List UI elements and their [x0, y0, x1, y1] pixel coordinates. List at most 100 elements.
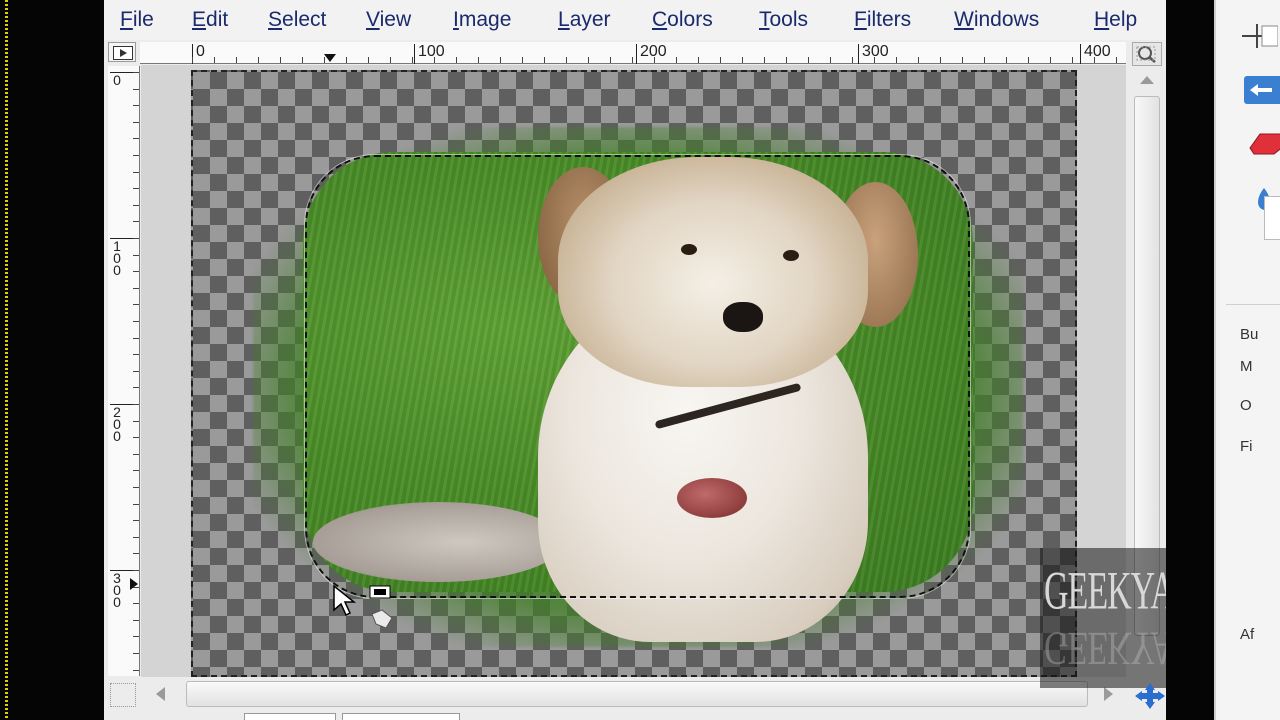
- scroll-left-arrow[interactable]: [156, 687, 165, 701]
- ruler-minor-tick: [133, 504, 139, 505]
- move-arrows-icon: [1135, 683, 1165, 709]
- ruler-corner-button[interactable]: [108, 42, 136, 62]
- ruler-minor-tick: [133, 255, 139, 256]
- ruler-minor-tick: [346, 57, 347, 63]
- tool-option-label: M: [1240, 358, 1253, 375]
- ruler-minor-tick: [632, 57, 633, 63]
- ruler-minor-tick: [133, 603, 139, 604]
- ruler-minor-tick: [1028, 57, 1029, 63]
- menu-image[interactable]: Image: [453, 8, 511, 32]
- ruler-minor-tick: [302, 57, 303, 63]
- horizontal-scroll-thumb[interactable]: [186, 681, 1088, 707]
- ruler-minor-tick: [133, 404, 139, 405]
- ruler-minor-tick: [133, 122, 139, 123]
- ruler-label: 0: [113, 72, 121, 88]
- ruler-minor-tick: [940, 57, 941, 63]
- ruler-minor-tick: [412, 57, 413, 63]
- menu-mnemonic: V: [366, 8, 380, 31]
- ruler-minor-tick: [500, 57, 501, 63]
- zoom-button[interactable]: [1132, 42, 1162, 66]
- ruler-major-tick: [414, 44, 415, 64]
- ruler-minor-tick: [133, 105, 139, 106]
- menu-mnemonic: F: [120, 8, 133, 31]
- menu-mnemonic: C: [652, 8, 668, 31]
- canvas-area[interactable]: [141, 65, 1126, 677]
- menu-view[interactable]: View: [366, 8, 411, 32]
- ruler-label: 200: [113, 404, 121, 444]
- menu-help[interactable]: Help: [1094, 8, 1137, 32]
- ruler-label: 300: [862, 43, 889, 60]
- ruler-minor-tick: [133, 89, 139, 90]
- triangle-right-icon: [113, 46, 133, 60]
- menu-file[interactable]: File: [120, 8, 154, 32]
- eraser-tool-icon[interactable]: [1246, 128, 1280, 163]
- tool-options-swatch[interactable]: [1264, 196, 1280, 240]
- ruler-minor-tick: [133, 321, 139, 322]
- ruler-minor-tick: [522, 57, 523, 63]
- image-layer[interactable]: [191, 70, 1077, 677]
- move-tool-icon[interactable]: [1238, 22, 1279, 57]
- ruler-minor-tick: [654, 57, 655, 63]
- ruler-minor-tick: [133, 338, 139, 339]
- rounded-rect-selection[interactable]: [305, 155, 970, 598]
- ruler-minor-tick: [764, 57, 765, 63]
- ruler-minor-tick: [133, 271, 139, 272]
- vertical-ruler: 0 100 200 300: [108, 66, 140, 676]
- ruler-minor-tick: [133, 387, 139, 388]
- unit-selector[interactable]: [244, 713, 336, 720]
- ruler-minor-tick: [258, 57, 259, 63]
- scroll-right-arrow[interactable]: [1104, 687, 1113, 701]
- dotted-border: [5, 0, 8, 720]
- ruler-minor-tick: [566, 57, 567, 63]
- ruler-minor-tick: [786, 57, 787, 63]
- ruler-minor-tick: [676, 57, 677, 63]
- menu-mnemonic: I: [453, 8, 459, 31]
- ruler-minor-tick: [133, 72, 139, 73]
- ruler-minor-tick: [984, 57, 985, 63]
- ruler-label: 300: [113, 570, 121, 610]
- menu-colors[interactable]: Colors: [652, 8, 713, 32]
- scroll-up-arrow[interactable]: [1140, 76, 1154, 84]
- menu-mnemonic: W: [954, 8, 974, 31]
- ruler-minor-tick: [133, 520, 139, 521]
- align-tool-icon[interactable]: [1244, 74, 1280, 111]
- menu-layer[interactable]: Layer: [558, 8, 611, 32]
- menu-edit[interactable]: Edit: [192, 8, 228, 32]
- ruler-minor-tick: [808, 57, 809, 63]
- ruler-minor-tick: [742, 57, 743, 63]
- ruler-minor-tick: [133, 304, 139, 305]
- ruler-minor-tick: [133, 188, 139, 189]
- toolbox-panel: Bu M O Fi Af: [1214, 0, 1280, 720]
- ruler-minor-tick: [588, 57, 589, 63]
- magnifier-icon: [1136, 46, 1156, 63]
- menu-select[interactable]: Select: [268, 8, 326, 32]
- ruler-minor-tick: [1006, 57, 1007, 63]
- ruler-minor-tick: [1116, 57, 1117, 63]
- ruler-minor-tick: [133, 470, 139, 471]
- ruler-minor-tick: [610, 57, 611, 63]
- ruler-minor-tick: [133, 172, 139, 173]
- ruler-minor-tick: [720, 57, 721, 63]
- ruler-minor-tick: [133, 636, 139, 637]
- menu-mnemonic: F: [854, 8, 867, 31]
- ruler-minor-tick: [133, 155, 139, 156]
- menu-filters[interactable]: Filters: [854, 8, 911, 32]
- ruler-minor-tick: [874, 57, 875, 63]
- ruler-minor-tick: [133, 221, 139, 222]
- navigate-icon[interactable]: [1134, 682, 1166, 715]
- ruler-minor-tick: [133, 288, 139, 289]
- menu-mnemonic: S: [268, 8, 283, 31]
- ruler-major-tick: [858, 44, 859, 64]
- menu-bar: File Edit Select View Image Layer Colors…: [104, 0, 1166, 40]
- zoom-selector[interactable]: [342, 713, 460, 720]
- ruler-minor-tick: [280, 57, 281, 63]
- menu-windows[interactable]: Windows: [954, 8, 1039, 32]
- ruler-minor-tick: [133, 570, 139, 571]
- ruler-minor-tick: [918, 57, 919, 63]
- ruler-minor-tick: [133, 537, 139, 538]
- quick-mask-toggle[interactable]: [110, 683, 136, 707]
- ruler-minor-tick: [1072, 57, 1073, 63]
- ruler-minor-tick: [456, 57, 457, 63]
- ruler-minor-tick: [133, 371, 139, 372]
- menu-tools[interactable]: Tools: [759, 8, 808, 32]
